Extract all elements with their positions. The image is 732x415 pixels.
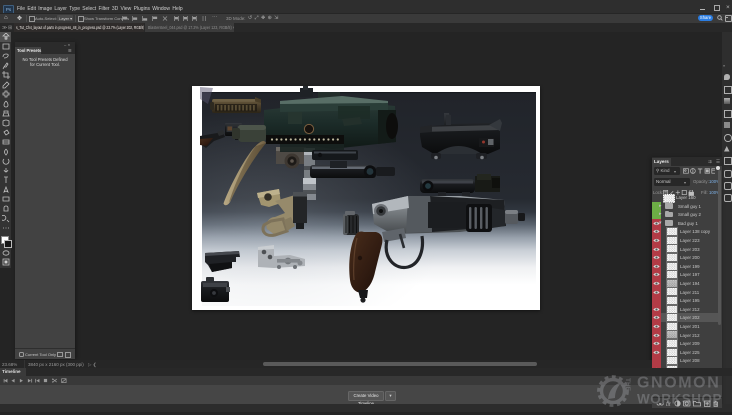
svg-text:WORKSHOP: WORKSHOP (637, 392, 722, 407)
svg-text:THE: THE (624, 378, 631, 392)
svg-text:GNOMON: GNOMON (637, 375, 720, 392)
